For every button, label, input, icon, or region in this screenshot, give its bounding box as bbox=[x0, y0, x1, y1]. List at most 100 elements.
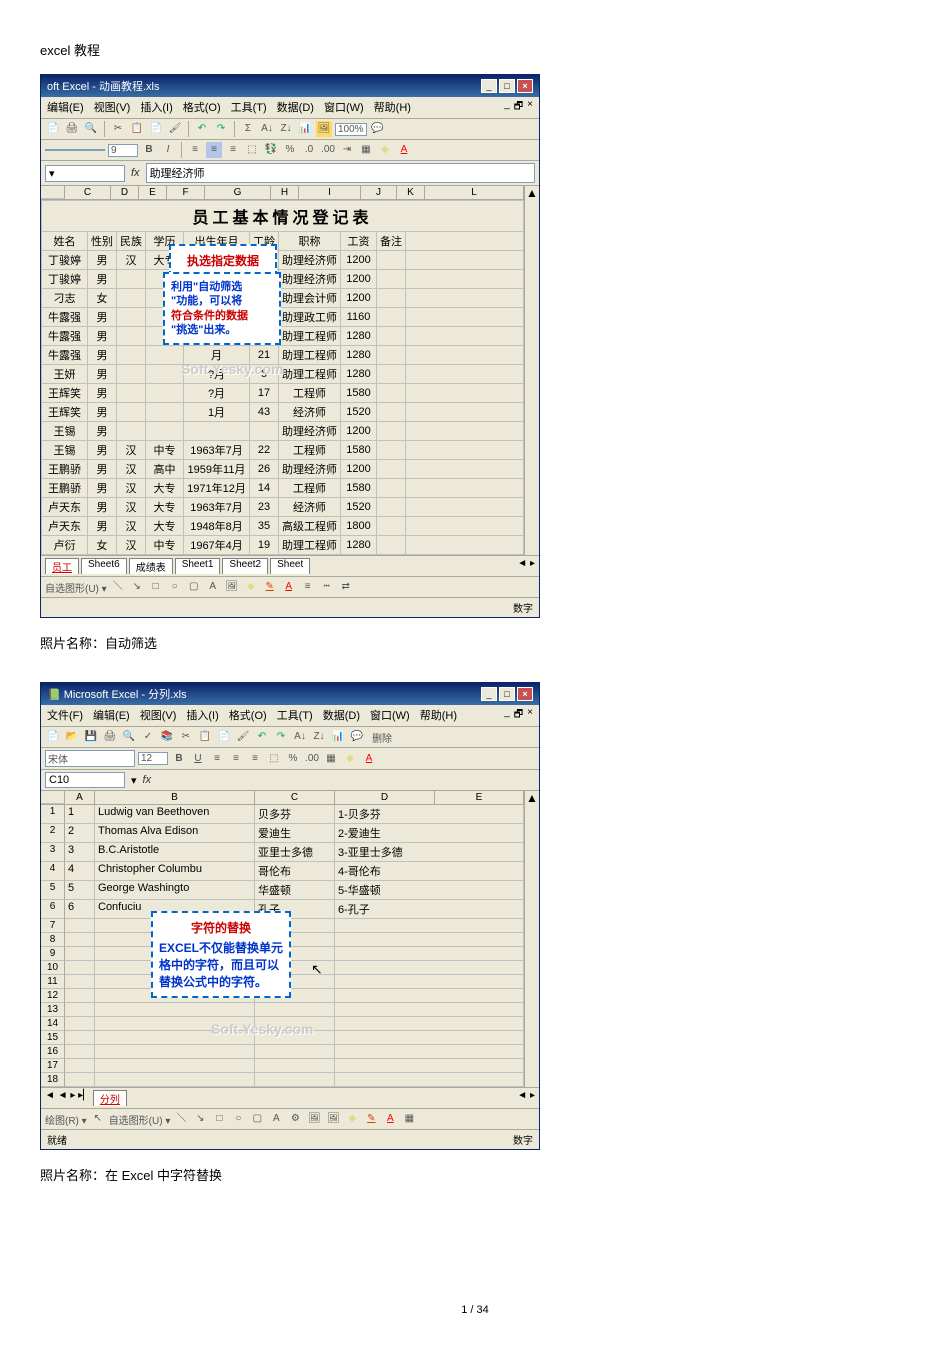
cell[interactable]: 男 bbox=[88, 327, 117, 346]
preview-icon[interactable]: 🔍 bbox=[121, 729, 137, 745]
cell[interactable] bbox=[377, 308, 406, 327]
drawing-icon[interactable]: 🖼 bbox=[316, 121, 332, 137]
cell[interactable]: ?月 bbox=[184, 384, 250, 403]
cell[interactable]: 大专 bbox=[146, 498, 184, 517]
sheet-tab-active[interactable]: 分列 bbox=[93, 1090, 127, 1106]
paste-icon[interactable]: 📄 bbox=[216, 729, 232, 745]
fill-icon[interactable]: ◆ bbox=[342, 751, 358, 767]
cell[interactable] bbox=[406, 270, 524, 289]
align-left-icon[interactable]: ≡ bbox=[209, 751, 225, 767]
cell[interactable] bbox=[117, 289, 146, 308]
cell[interactable] bbox=[377, 422, 406, 441]
minimize-button[interactable]: _ bbox=[481, 79, 497, 93]
open-icon[interactable]: 📂 bbox=[64, 729, 80, 745]
cell[interactable]: 1520 bbox=[341, 498, 377, 517]
hscroll-1[interactable]: ◄ ▸ bbox=[517, 558, 535, 574]
shadow-icon[interactable]: ▦ bbox=[401, 1111, 417, 1127]
new-icon[interactable]: 📄 bbox=[45, 729, 61, 745]
cell[interactable]: Ludwig van Beethoven bbox=[95, 805, 255, 824]
sort-asc-icon[interactable]: A↓ bbox=[292, 729, 308, 745]
italic-icon[interactable]: I bbox=[160, 142, 176, 158]
col-c[interactable]: C bbox=[255, 791, 335, 804]
new-icon[interactable]: 📄 bbox=[45, 121, 61, 137]
bold-icon[interactable]: B bbox=[141, 142, 157, 158]
cell[interactable]: 1963年7月 bbox=[184, 441, 250, 460]
indent-icon[interactable]: ⇥ bbox=[339, 142, 355, 158]
cell[interactable] bbox=[184, 422, 250, 441]
cell[interactable]: 王辉笑 bbox=[42, 403, 88, 422]
cell[interactable]: 男 bbox=[88, 422, 117, 441]
draw-menu[interactable]: 绘图(R) ▾ bbox=[45, 1112, 87, 1127]
cell[interactable]: 43 bbox=[250, 403, 279, 422]
col-k[interactable]: K bbox=[397, 186, 425, 199]
col-j[interactable]: J bbox=[361, 186, 397, 199]
cell[interactable] bbox=[406, 251, 524, 270]
oval-icon[interactable]: ○ bbox=[167, 579, 183, 595]
font-color-icon[interactable]: A bbox=[396, 142, 412, 158]
maximize-button[interactable]: □ bbox=[499, 687, 515, 701]
cell[interactable]: 1580 bbox=[341, 384, 377, 403]
cell[interactable]: 助理经济师 bbox=[279, 251, 341, 270]
line-style-icon[interactable]: ≡ bbox=[300, 579, 316, 595]
menu-edit[interactable]: 编辑(E) bbox=[47, 99, 84, 116]
line-icon[interactable]: ＼ bbox=[173, 1111, 189, 1127]
menu-window[interactable]: 窗口(W) bbox=[324, 99, 364, 116]
spell-icon[interactable]: ✓ bbox=[140, 729, 156, 745]
font-combo[interactable]: 宋体 bbox=[45, 750, 135, 767]
cell[interactable]: 1280 bbox=[341, 536, 377, 555]
print-icon[interactable]: 🖨 bbox=[64, 121, 80, 137]
cell[interactable] bbox=[95, 1003, 255, 1017]
col-e[interactable]: E bbox=[139, 186, 167, 199]
cell[interactable]: 工程师 bbox=[279, 384, 341, 403]
currency-icon[interactable]: 💱 bbox=[263, 142, 279, 158]
menu-help[interactable]: 帮助(H) bbox=[374, 99, 411, 116]
cell[interactable] bbox=[335, 933, 524, 947]
cell[interactable] bbox=[377, 327, 406, 346]
cell[interactable]: 助理工程师 bbox=[279, 365, 341, 384]
close-button[interactable]: × bbox=[517, 687, 533, 701]
cell[interactable] bbox=[406, 327, 524, 346]
sheet-tab[interactable]: 成绩表 bbox=[129, 558, 173, 574]
cell[interactable] bbox=[406, 460, 524, 479]
cell[interactable]: 王鹏骄 bbox=[42, 460, 88, 479]
cell[interactable]: 男 bbox=[88, 403, 117, 422]
cell[interactable] bbox=[377, 479, 406, 498]
menu-data[interactable]: 数据(D) bbox=[277, 99, 314, 116]
cell[interactable] bbox=[65, 919, 95, 933]
row-header[interactable]: 15 bbox=[41, 1031, 65, 1045]
doc-close[interactable]: × bbox=[527, 99, 533, 116]
cell[interactable] bbox=[406, 384, 524, 403]
cell[interactable]: 1280 bbox=[341, 327, 377, 346]
cell[interactable] bbox=[250, 422, 279, 441]
name-box-2[interactable]: C10 bbox=[45, 772, 125, 788]
cell[interactable] bbox=[406, 346, 524, 365]
doc-minimize[interactable]: _ bbox=[504, 707, 510, 724]
line-icon[interactable]: ＼ bbox=[110, 579, 126, 595]
cell[interactable] bbox=[335, 989, 524, 1003]
fontsize-combo[interactable]: 9 bbox=[108, 144, 138, 157]
name-box-drop[interactable]: ▾ bbox=[131, 774, 137, 787]
row-header[interactable]: 7 bbox=[41, 919, 65, 933]
row-header[interactable]: 12 bbox=[41, 989, 65, 1003]
row-header[interactable]: 10 bbox=[41, 961, 65, 975]
cell[interactable]: 1800 bbox=[341, 517, 377, 536]
menu-view[interactable]: 视图(V) bbox=[140, 707, 177, 724]
col-i[interactable]: I bbox=[299, 186, 361, 199]
sort-desc-icon[interactable]: Z↓ bbox=[278, 121, 294, 137]
cell[interactable] bbox=[335, 1045, 524, 1059]
font-color-shape-icon[interactable]: A bbox=[281, 579, 297, 595]
wordart-icon[interactable]: A bbox=[268, 1111, 284, 1127]
cell[interactable]: 男 bbox=[88, 365, 117, 384]
row-header[interactable]: 5 bbox=[41, 881, 65, 900]
paste-icon[interactable]: 📄 bbox=[148, 121, 164, 137]
redo-icon[interactable]: ↷ bbox=[273, 729, 289, 745]
cell[interactable]: 汉 bbox=[117, 441, 146, 460]
textbox-icon[interactable]: ▢ bbox=[186, 579, 202, 595]
cell[interactable]: 1580 bbox=[341, 441, 377, 460]
arrow-icon[interactable]: ↘ bbox=[129, 579, 145, 595]
align-center-icon[interactable]: ≡ bbox=[206, 142, 222, 158]
fill-shape-icon[interactable]: ◆ bbox=[344, 1111, 360, 1127]
menu-format[interactable]: 格式(O) bbox=[229, 707, 267, 724]
cell[interactable] bbox=[406, 479, 524, 498]
cell[interactable] bbox=[117, 422, 146, 441]
